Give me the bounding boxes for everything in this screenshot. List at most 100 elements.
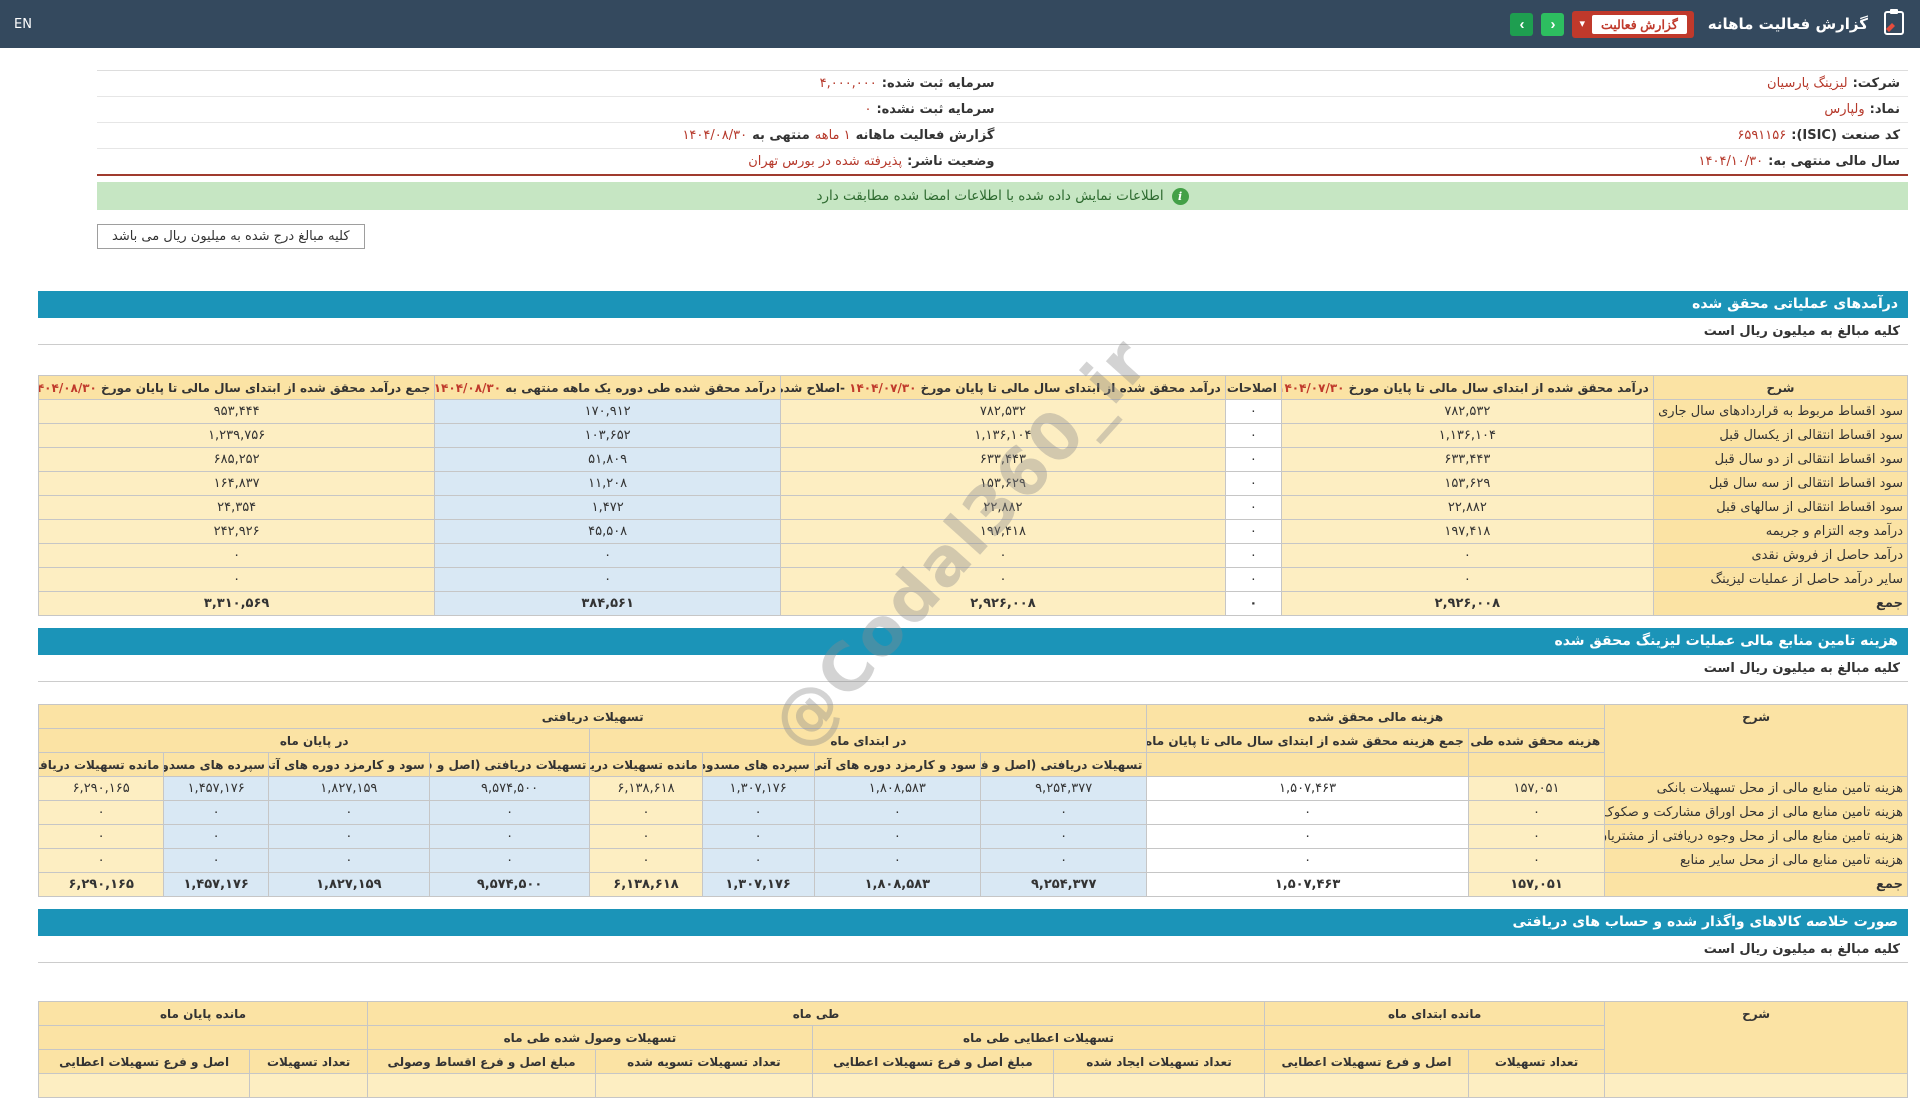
value-cell: ۰ — [1224, 591, 1282, 616]
value-cell: ۱۹۷,۴۱۸ — [1280, 519, 1654, 544]
value-cell: ۴۵,۵۰۸ — [434, 519, 782, 544]
value-cell: ۶۳۳,۴۴۳ — [780, 447, 1226, 472]
value-cell: ۷۸۲,۵۳۲ — [1280, 399, 1654, 424]
amounts-unit-box: کلیه مبالغ درج شده به میلیون ریال می باش… — [97, 224, 365, 249]
field-label: سرمایه ثبت نشده: — [876, 102, 995, 117]
col-begin-principal: تسهیلات دریافتی (اصل و فرع) — [979, 752, 1148, 777]
value-cell: ۰ — [780, 543, 1226, 568]
language-switch[interactable]: EN — [14, 17, 32, 32]
section-income-header: درآمدهای عملیاتی محقق شده — [38, 291, 1908, 318]
value-cell: ۱۵۳,۶۲۹ — [1280, 471, 1654, 496]
value-cell — [366, 1073, 597, 1098]
table-row: سود اقساط انتقالی از دو سال قبل ۶۳۳,۴۴۳ ۰ ۶… — [37, 447, 1909, 472]
value-cell: ۱,۳۰۷,۱۷۶ — [701, 776, 815, 801]
value-cell: ۲۴۲,۹۲۶ — [37, 519, 436, 544]
value-cell: ۹,۵۷۴,۵۰۰ — [428, 776, 591, 801]
company-info-row: سال مالی منتهی به: ۱۴۰۴/۱۰/۳۰ وضعیت ناشر… — [97, 149, 1908, 174]
value-cell: ۱۹۷,۴۱۸ — [780, 519, 1226, 544]
isic-code-field: کد صنعت (ISIC): ۶۵۹۱۱۵۶ — [1003, 123, 1909, 148]
value-cell: ۰ — [1280, 567, 1654, 592]
value-cell: ۱,۸۰۸,۵۸۳ — [813, 872, 982, 897]
value-cell: ۰ — [1224, 495, 1282, 520]
value-cell: ۹,۲۵۴,۳۷۷ — [979, 776, 1148, 801]
value-cell: ۰ — [1467, 800, 1606, 825]
subgroup-begin-month: در ابتدای ماه — [589, 728, 1148, 753]
col-end-principal: تسهیلات دریافتی (اصل و فرع) — [428, 752, 591, 777]
report-type-dropdown[interactable]: گزارش فعالیت ▾ — [1572, 10, 1694, 38]
value-cell: ۰ — [701, 800, 815, 825]
table-row — [37, 1073, 1908, 1098]
value-cell: ۰ — [1146, 800, 1469, 825]
value-cell: ۰ — [701, 824, 815, 849]
report-type-label: گزارش فعالیت — [1592, 14, 1687, 34]
value-cell: ۱۵۳,۶۲۹ — [780, 471, 1226, 496]
value-cell: ۱۷۰,۹۱۲ — [434, 399, 782, 424]
value-cell: ۰ — [37, 567, 436, 592]
value-cell: ۱,۲۳۹,۷۵۶ — [37, 423, 436, 448]
header-text: درآمد محقق شده طی دوره یک ماهه منتهی به — [501, 380, 777, 395]
header-text: درآمد محقق شده از ابتدای سال مالی تا پای… — [1344, 380, 1649, 395]
value-cell: ۰ — [1224, 471, 1282, 496]
col-settled-count: تعداد تسهیلات تسویه شده — [595, 1049, 813, 1074]
info-icon: i — [1171, 187, 1189, 205]
empty-header-cell — [1467, 752, 1606, 777]
field-value: ۰ — [864, 102, 872, 117]
row-label: سود اقساط انتقالی از دو سال قبل — [1652, 447, 1909, 472]
field-label: گزارش فعالیت ماهانه — [855, 128, 995, 143]
value-cell: ۰ — [1224, 447, 1282, 472]
subgroup-collected-during-month: تسهیلات وصول شده طی ماه — [367, 1025, 813, 1050]
value-cell: ۰ — [37, 800, 165, 825]
value-cell: ۰ — [1280, 543, 1654, 568]
value-cell: ۰ — [1224, 567, 1282, 592]
field-label: شرکت: — [1852, 76, 1900, 91]
col-ytd-total: جمع درآمد محقق شده از ابتدای سال مالی تا… — [37, 375, 436, 400]
value-cell: ۰ — [780, 567, 1226, 592]
value-cell: ۰ — [589, 824, 703, 849]
col-end-count: تعداد تسهیلات — [249, 1049, 368, 1074]
report-period-field: گزارش فعالیت ماهانه ۱ ماهه منتهی به ۱۴۰۴… — [97, 123, 1003, 148]
value-cell: ۱,۴۵۷,۱۷۶ — [163, 776, 269, 801]
row-label: سایر درآمد حاصل از عملیات لیزینگ — [1652, 567, 1909, 592]
value-cell: ۰ — [267, 800, 430, 825]
value-cell: ۰ — [163, 848, 269, 873]
value-cell: ۰ — [1467, 848, 1606, 873]
col-begin-balance: مانده تسهیلات دریافتی — [589, 752, 703, 777]
chevron-right-icon: › — [1550, 15, 1556, 33]
value-cell: ۰ — [701, 848, 815, 873]
field-label: منتهی به — [752, 128, 810, 143]
value-cell: ۰ — [813, 800, 982, 825]
main-content: درآمدهای عملیاتی محقق شده کلیه مبالغ به … — [37, 291, 1909, 1098]
registered-capital-field: سرمایه ثبت شده: ۴,۰۰۰,۰۰۰ — [97, 71, 1003, 96]
symbol-field: نماد: ولپارس — [1003, 97, 1909, 122]
value-cell: ۶۳۳,۴۴۳ — [1280, 447, 1654, 472]
value-cell: ۰ — [1146, 824, 1469, 849]
value-cell: ۱,۱۳۶,۱۰۴ — [1280, 423, 1654, 448]
value-cell: ۱۵۷,۰۵۱ — [1467, 776, 1606, 801]
value-cell: ۰ — [163, 824, 269, 849]
income-table-body: سود اقساط مربوط به قراردادهای سال جاری ۷۸… — [37, 399, 1909, 616]
value-cell: ۰ — [267, 824, 430, 849]
value-cell: ۳۸۴,۵۶۱ — [434, 591, 782, 616]
topbar: گزارش فعالیت ماهانه گزارش فعالیت ▾ › ‹ E… — [0, 0, 1920, 48]
value-cell: ۲,۹۲۶,۰۰۸ — [780, 591, 1226, 616]
group-end-month-balance: مانده پایان ماه — [38, 1001, 368, 1026]
value-cell: ۹۵۳,۴۴۴ — [37, 399, 436, 424]
row-label: درآمد وجه التزام و جریمه — [1652, 519, 1909, 544]
value-cell: ۰ — [1224, 423, 1282, 448]
amounts-note: کلیه مبالغ به میلیون ریال است — [38, 318, 1908, 345]
value-cell: ۷۸۲,۵۳۲ — [780, 399, 1226, 424]
col-created-count: تعداد تسهیلات ایجاد شده — [1052, 1049, 1266, 1074]
value-cell: ۰ — [589, 800, 703, 825]
row-label: سود اقساط مربوط به قراردادهای سال جاری — [1652, 399, 1909, 424]
value-cell: ۶,۲۹۰,۱۶۵ — [37, 776, 165, 801]
value-cell — [811, 1073, 1054, 1098]
table-row: هزینه تامین منابع مالی از محل سایر منابع… — [37, 848, 1908, 873]
report-clipboard-icon — [1882, 8, 1906, 40]
value-cell: ۰ — [1224, 399, 1282, 424]
next-report-button[interactable]: › — [1541, 12, 1565, 36]
header-date: ۱۴۰۴/۰۸/۳۰ — [40, 380, 97, 395]
field-value: لیزینگ پارسیان — [1767, 76, 1848, 91]
prev-report-button[interactable]: ‹ — [1510, 12, 1534, 36]
header-text: -اصلاح شده — [780, 380, 850, 395]
table-row: سود اقساط انتقالی از سه سال قبل ۱۵۳,۶۲۹ ۰ ۱… — [37, 471, 1909, 496]
